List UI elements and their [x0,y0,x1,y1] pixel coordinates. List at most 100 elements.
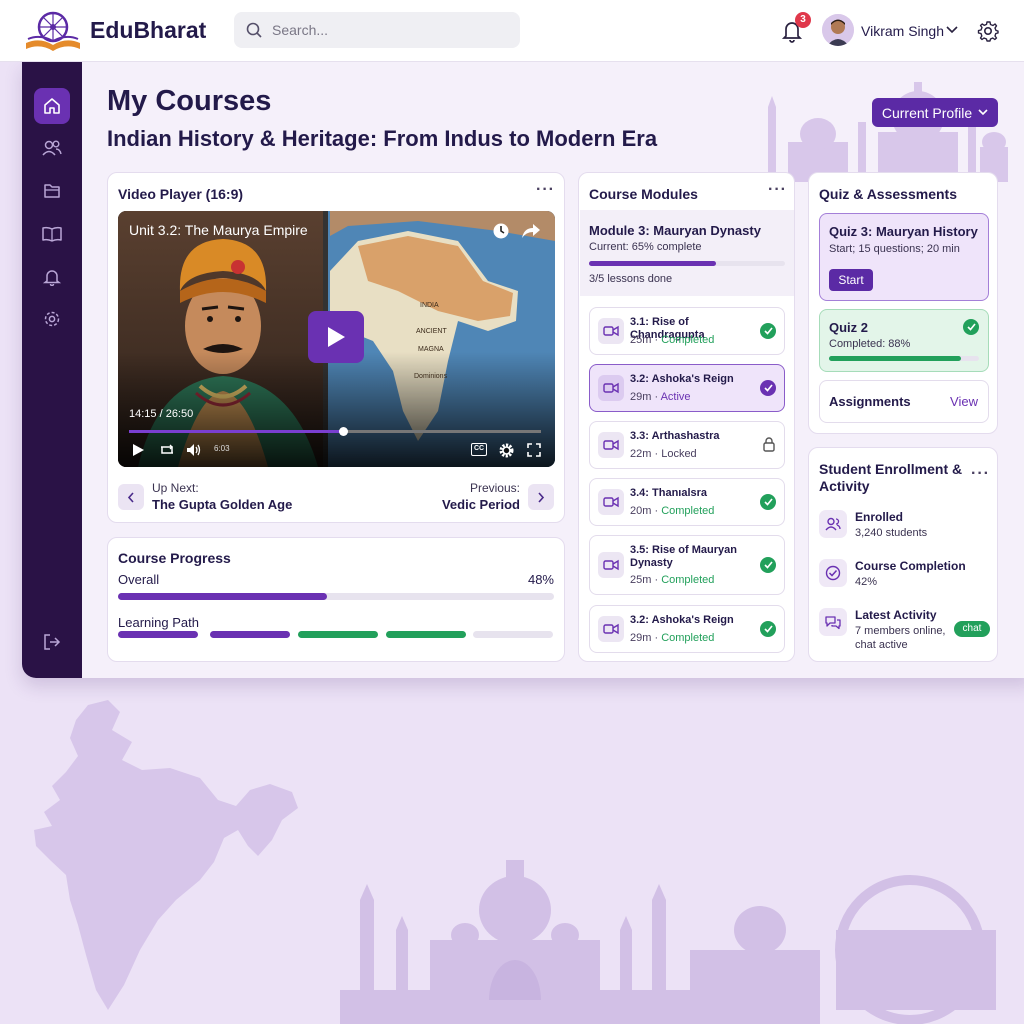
lesson-item-3-2[interactable]: 3.2: Ashoka's Reign 29m · Active [589,364,785,412]
page-title: My Courses [107,85,272,117]
learning-path-label: Learning Path [118,615,199,630]
previous-title[interactable]: Vedic Period [442,497,520,512]
previous-label: Previous: [469,481,520,495]
search-icon [246,22,262,38]
overall-progress-fill [118,593,328,600]
avatar[interactable] [822,14,854,46]
lesson-separator: · [654,334,659,346]
completion-value: 42% [855,576,878,588]
lesson-separator: · [654,448,659,460]
lesson-item-3-2-repeat[interactable]: 3.2: Ashoka's Reign 29m · Completed [589,605,785,653]
quiz-2-box[interactable]: Quiz 2 Completed: 88% [819,309,989,372]
sidebar-item-home[interactable] [34,88,70,124]
users-icon [42,140,62,156]
lesson-status: Active [660,391,691,403]
volume-icon[interactable] [186,443,202,457]
quiz-3-subtitle: Start; 15 questions; 20 min [829,243,960,255]
progress-card-title: Course Progress [118,550,231,566]
lesson-separator: · [654,505,659,517]
share-icon[interactable] [521,222,541,240]
student-activity-card: Student Enrollment & Activity ··· Enroll… [808,447,998,662]
video-card-more-icon[interactable]: ··· [536,181,555,199]
assignments-label: Assignments [829,394,911,409]
video-player[interactable]: INDIA ANCIENT MAGNA Dominions Unit 3.2: … [118,211,555,467]
latest-activity-line2: chat active [855,639,908,651]
sidebar-item-notifications[interactable] [34,259,70,295]
quiz-2-progress-fill [829,356,961,361]
captions-icon[interactable]: CC [471,443,487,456]
latest-activity-line1: 7 members online, [855,625,946,637]
view-assignments-link[interactable]: View [950,394,978,409]
sidebar-item-logout[interactable] [34,624,70,660]
search-box[interactable] [234,12,520,48]
lesson-duration: 22m [630,448,652,460]
next-lesson-arrow[interactable] [528,484,554,510]
learning-path-segment [118,631,198,638]
settings-gear-icon[interactable] [977,20,999,42]
clock-icon[interactable] [492,222,510,240]
fullscreen-icon[interactable] [527,443,541,457]
course-progress-card: Course Progress Overall 48% Learning Pat… [107,537,565,662]
previous-lesson-arrow[interactable] [118,484,144,510]
completed-check-icon [760,494,776,510]
lesson-item-3-4[interactable]: 3.4: Thanıalsra 20m · Completed [589,478,785,526]
quiz-assessments-card: Quiz & Assessments Quiz 3: Mauryan Histo… [808,172,998,434]
active-check-icon [760,380,776,396]
loop-icon[interactable] [159,443,175,457]
video-camera-icon [603,382,619,394]
video-camera-icon [603,559,619,571]
learning-path-segment [386,631,466,638]
home-icon [44,98,60,114]
logout-icon [44,634,61,650]
lesson-status: Completed [661,632,715,644]
folder-icon [44,184,60,198]
overall-value: 48% [527,572,554,587]
sidebar-item-settings[interactable] [34,301,70,337]
monument-skyline-decoration [768,82,1008,182]
quiz-3-box[interactable]: Quiz 3: Mauryan History Start; 15 questi… [819,213,989,301]
lessons-done: 3/5 lessons done [589,273,673,285]
search-input[interactable] [272,20,502,40]
lesson-title: 3.3: Arthashastra [630,430,720,442]
play-button-large[interactable] [308,311,364,363]
chat-badge[interactable]: chat [954,621,990,637]
chevron-right-icon [538,491,545,503]
sidebar-item-students[interactable] [34,130,70,166]
video-title: Unit 3.2: The Maurya Empire [129,222,308,238]
lesson-item-3-5[interactable]: 3.5: Rise of Mauryan Dynasty 25m · Compl… [589,535,785,595]
notification-badge: 3 [795,12,811,28]
up-next-title[interactable]: The Gupta Golden Age [152,497,292,512]
module-subtitle: Current: 65% complete [589,241,702,253]
brand-name[interactable]: EduBharat [90,17,206,44]
lesson-item-3-1[interactable]: 3.1: Rise of Chandragupta 25m · Complete… [589,307,785,355]
chat-bubbles-icon [825,615,841,629]
video-camera-icon [603,325,619,337]
sidebar-item-files[interactable] [34,173,70,209]
user-name[interactable]: Vikram Singh [861,23,944,39]
lesson-duration: 29m [630,391,652,403]
lesson-item-3-3[interactable]: 3.3: Arthashastra 22m · Locked [589,421,785,469]
up-next-label: Up Next: [152,481,199,495]
play-icon[interactable] [131,443,145,457]
activity-card-more-icon[interactable]: ··· [971,465,990,483]
gear-icon [44,311,60,327]
lesson-separator: · [654,391,659,403]
lesson-status: Completed [661,334,715,346]
gear-icon[interactable] [499,443,514,458]
india-map-silhouette [34,700,298,1010]
current-profile-button[interactable]: Current Profile [872,98,998,127]
map-label-dominions: Dominions [414,373,448,380]
current-module-summary[interactable]: Module 3: Mauryan Dynasty Current: 65% c… [580,210,794,296]
modules-card-more-icon[interactable]: ··· [768,181,787,199]
start-quiz-button[interactable]: Start [829,269,873,291]
overall-label: Overall [118,572,160,587]
current-profile-label: Current Profile [881,104,973,121]
assignments-row[interactable]: Assignments View [819,380,989,423]
sidebar-item-library[interactable] [34,216,70,252]
edubharat-logo-icon[interactable] [22,9,84,53]
video-timestamp: 14:15 / 26:50 [129,408,194,420]
video-player-card: Video Player (16:9) ··· INDIA ANCIENT MA… [107,172,565,523]
enrolled-title: Enrolled [855,510,904,524]
lock-icon [763,437,775,452]
chevron-down-icon[interactable] [946,26,958,34]
